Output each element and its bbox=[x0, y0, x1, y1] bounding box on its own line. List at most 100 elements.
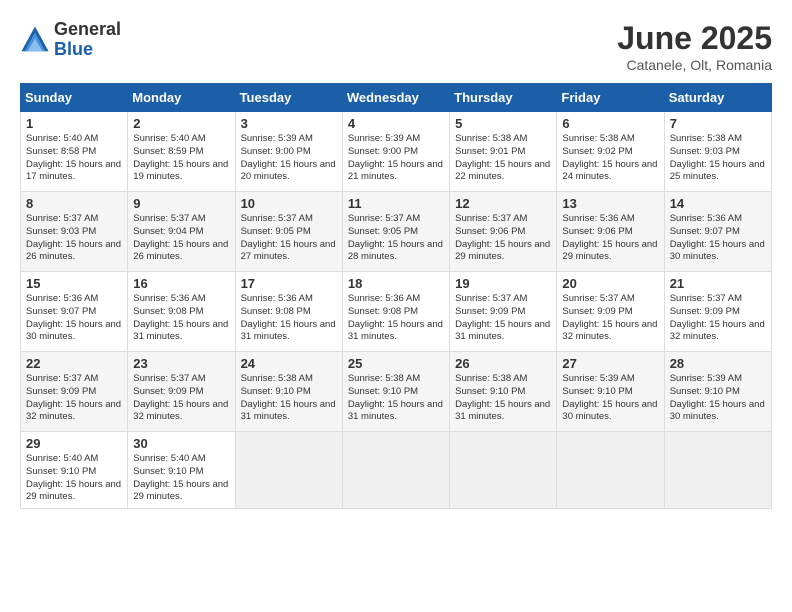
calendar-cell: 27 Sunrise: 5:39 AMSunset: 9:10 PMDayligh… bbox=[557, 352, 664, 432]
calendar-cell: 28 Sunrise: 5:39 AMSunset: 9:10 PMDayligh… bbox=[664, 352, 771, 432]
day-header-thursday: Thursday bbox=[450, 84, 557, 112]
calendar-cell: 29Sunrise: 5:40 AMSunset: 9:10 PMDayligh… bbox=[21, 432, 128, 509]
cell-details: Sunrise: 5:38 AMSunset: 9:10 PMDaylight:… bbox=[455, 373, 551, 424]
day-number: 23 bbox=[133, 356, 229, 371]
cell-details: Sunrise: 5:38 AMSunset: 9:03 PMDaylight:… bbox=[670, 133, 766, 184]
day-header-tuesday: Tuesday bbox=[235, 84, 342, 112]
calendar-cell: 1 Sunrise: 5:40 AMSunset: 8:58 PMDaylight… bbox=[21, 112, 128, 192]
calendar-cell: 30 Sunrise: 5:40 AMSunset: 9:10 PMDayligh… bbox=[128, 432, 235, 509]
day-number: 5 bbox=[455, 116, 551, 131]
day-header-friday: Friday bbox=[557, 84, 664, 112]
day-number: 30 bbox=[133, 436, 229, 451]
day-number: 3 bbox=[241, 116, 337, 131]
logo: General Blue bbox=[20, 20, 121, 60]
day-number: 7 bbox=[670, 116, 766, 131]
calendar-cell: 13 Sunrise: 5:36 AMSunset: 9:06 PMDayligh… bbox=[557, 192, 664, 272]
calendar-cell: 11 Sunrise: 5:37 AMSunset: 9:05 PMDayligh… bbox=[342, 192, 449, 272]
calendar-cell: 14Sunrise: 5:36 AMSunset: 9:07 PMDayligh… bbox=[664, 192, 771, 272]
calendar-table: SundayMondayTuesdayWednesdayThursdayFrid… bbox=[20, 83, 772, 509]
calendar-cell: 23 Sunrise: 5:37 AMSunset: 9:09 PMDayligh… bbox=[128, 352, 235, 432]
logo-blue-text: Blue bbox=[54, 40, 121, 60]
cell-details: Sunrise: 5:38 AMSunset: 9:02 PMDaylight:… bbox=[562, 133, 658, 184]
cell-details: Sunrise: 5:36 AMSunset: 9:06 PMDaylight:… bbox=[562, 213, 658, 264]
title-area: June 2025 Catanele, Olt, Romania bbox=[617, 20, 772, 73]
day-number: 15 bbox=[26, 276, 122, 291]
day-number: 1 bbox=[26, 116, 122, 131]
calendar-cell: 22Sunrise: 5:37 AMSunset: 9:09 PMDayligh… bbox=[21, 352, 128, 432]
page-header: General Blue June 2025 Catanele, Olt, Ro… bbox=[20, 20, 772, 73]
day-number: 28 bbox=[670, 356, 766, 371]
calendar-cell: 16 Sunrise: 5:36 AMSunset: 9:08 PMDayligh… bbox=[128, 272, 235, 352]
cell-details: Sunrise: 5:37 AMSunset: 9:09 PMDaylight:… bbox=[26, 373, 122, 424]
day-number: 12 bbox=[455, 196, 551, 211]
cell-details: Sunrise: 5:39 AMSunset: 9:00 PMDaylight:… bbox=[241, 133, 337, 184]
day-header-sunday: Sunday bbox=[21, 84, 128, 112]
day-number: 26 bbox=[455, 356, 551, 371]
cell-details: Sunrise: 5:37 AMSunset: 9:09 PMDaylight:… bbox=[562, 293, 658, 344]
logo-icon bbox=[20, 25, 50, 55]
calendar-cell: 6 Sunrise: 5:38 AMSunset: 9:02 PMDaylight… bbox=[557, 112, 664, 192]
day-number: 16 bbox=[133, 276, 229, 291]
calendar-cell: 2 Sunrise: 5:40 AMSunset: 8:59 PMDaylight… bbox=[128, 112, 235, 192]
calendar-cell bbox=[450, 432, 557, 509]
calendar-header-row: SundayMondayTuesdayWednesdayThursdayFrid… bbox=[21, 84, 772, 112]
day-number: 2 bbox=[133, 116, 229, 131]
calendar-cell: 8Sunrise: 5:37 AMSunset: 9:03 PMDaylight… bbox=[21, 192, 128, 272]
cell-details: Sunrise: 5:36 AMSunset: 9:08 PMDaylight:… bbox=[348, 293, 444, 344]
calendar-week-row: 15 Sunrise: 5:36 AMSunset: 9:07 PMDayligh… bbox=[21, 272, 772, 352]
cell-details: Sunrise: 5:37 AMSunset: 9:09 PMDaylight:… bbox=[670, 293, 766, 344]
calendar-cell: 12 Sunrise: 5:37 AMSunset: 9:06 PMDayligh… bbox=[450, 192, 557, 272]
cell-details: Sunrise: 5:40 AMSunset: 8:59 PMDaylight:… bbox=[133, 133, 229, 184]
day-number: 18 bbox=[348, 276, 444, 291]
cell-details: Sunrise: 5:37 AMSunset: 9:06 PMDaylight:… bbox=[455, 213, 551, 264]
day-header-saturday: Saturday bbox=[664, 84, 771, 112]
day-number: 13 bbox=[562, 196, 658, 211]
calendar-cell: 7 Sunrise: 5:38 AMSunset: 9:03 PMDaylight… bbox=[664, 112, 771, 192]
cell-details: Sunrise: 5:40 AMSunset: 9:10 PMDaylight:… bbox=[133, 453, 229, 504]
calendar-cell: 3 Sunrise: 5:39 AMSunset: 9:00 PMDaylight… bbox=[235, 112, 342, 192]
calendar-cell: 24Sunrise: 5:38 AMSunset: 9:10 PMDayligh… bbox=[235, 352, 342, 432]
calendar-cell bbox=[664, 432, 771, 509]
day-header-monday: Monday bbox=[128, 84, 235, 112]
cell-details: Sunrise: 5:37 AMSunset: 9:09 PMDaylight:… bbox=[455, 293, 551, 344]
cell-details: Sunrise: 5:39 AMSunset: 9:10 PMDaylight:… bbox=[670, 373, 766, 424]
cell-details: Sunrise: 5:36 AMSunset: 9:08 PMDaylight:… bbox=[241, 293, 337, 344]
logo-text: General Blue bbox=[54, 20, 121, 60]
day-number: 11 bbox=[348, 196, 444, 211]
day-header-wednesday: Wednesday bbox=[342, 84, 449, 112]
calendar-cell: 20 Sunrise: 5:37 AMSunset: 9:09 PMDayligh… bbox=[557, 272, 664, 352]
calendar-week-row: 1 Sunrise: 5:40 AMSunset: 8:58 PMDaylight… bbox=[21, 112, 772, 192]
calendar-cell: 19 Sunrise: 5:37 AMSunset: 9:09 PMDayligh… bbox=[450, 272, 557, 352]
day-number: 4 bbox=[348, 116, 444, 131]
cell-details: Sunrise: 5:37 AMSunset: 9:03 PMDaylight:… bbox=[26, 213, 122, 264]
cell-details: Sunrise: 5:40 AMSunset: 8:58 PMDaylight:… bbox=[26, 133, 122, 184]
day-number: 21 bbox=[670, 276, 766, 291]
cell-details: Sunrise: 5:39 AMSunset: 9:10 PMDaylight:… bbox=[562, 373, 658, 424]
calendar-cell: 18 Sunrise: 5:36 AMSunset: 9:08 PMDayligh… bbox=[342, 272, 449, 352]
day-number: 6 bbox=[562, 116, 658, 131]
calendar-cell: 5 Sunrise: 5:38 AMSunset: 9:01 PMDaylight… bbox=[450, 112, 557, 192]
cell-details: Sunrise: 5:36 AMSunset: 9:08 PMDaylight:… bbox=[133, 293, 229, 344]
calendar-week-row: 22Sunrise: 5:37 AMSunset: 9:09 PMDayligh… bbox=[21, 352, 772, 432]
calendar-cell: 21 Sunrise: 5:37 AMSunset: 9:09 PMDayligh… bbox=[664, 272, 771, 352]
cell-details: Sunrise: 5:38 AMSunset: 9:01 PMDaylight:… bbox=[455, 133, 551, 184]
day-number: 27 bbox=[562, 356, 658, 371]
day-number: 20 bbox=[562, 276, 658, 291]
day-number: 14 bbox=[670, 196, 766, 211]
calendar-cell bbox=[557, 432, 664, 509]
cell-details: Sunrise: 5:37 AMSunset: 9:05 PMDaylight:… bbox=[348, 213, 444, 264]
cell-details: Sunrise: 5:38 AMSunset: 9:10 PMDaylight:… bbox=[348, 373, 444, 424]
calendar-cell bbox=[235, 432, 342, 509]
calendar-week-row: 29Sunrise: 5:40 AMSunset: 9:10 PMDayligh… bbox=[21, 432, 772, 509]
day-number: 24 bbox=[241, 356, 337, 371]
calendar-cell bbox=[342, 432, 449, 509]
calendar-week-row: 8Sunrise: 5:37 AMSunset: 9:03 PMDaylight… bbox=[21, 192, 772, 272]
calendar-cell: 17Sunrise: 5:36 AMSunset: 9:08 PMDayligh… bbox=[235, 272, 342, 352]
cell-details: Sunrise: 5:37 AMSunset: 9:09 PMDaylight:… bbox=[133, 373, 229, 424]
day-number: 19 bbox=[455, 276, 551, 291]
logo-general-text: General bbox=[54, 20, 121, 40]
cell-details: Sunrise: 5:37 AMSunset: 9:04 PMDaylight:… bbox=[133, 213, 229, 264]
calendar-cell: 26 Sunrise: 5:38 AMSunset: 9:10 PMDayligh… bbox=[450, 352, 557, 432]
cell-details: Sunrise: 5:36 AMSunset: 9:07 PMDaylight:… bbox=[26, 293, 122, 344]
location: Catanele, Olt, Romania bbox=[617, 57, 772, 73]
